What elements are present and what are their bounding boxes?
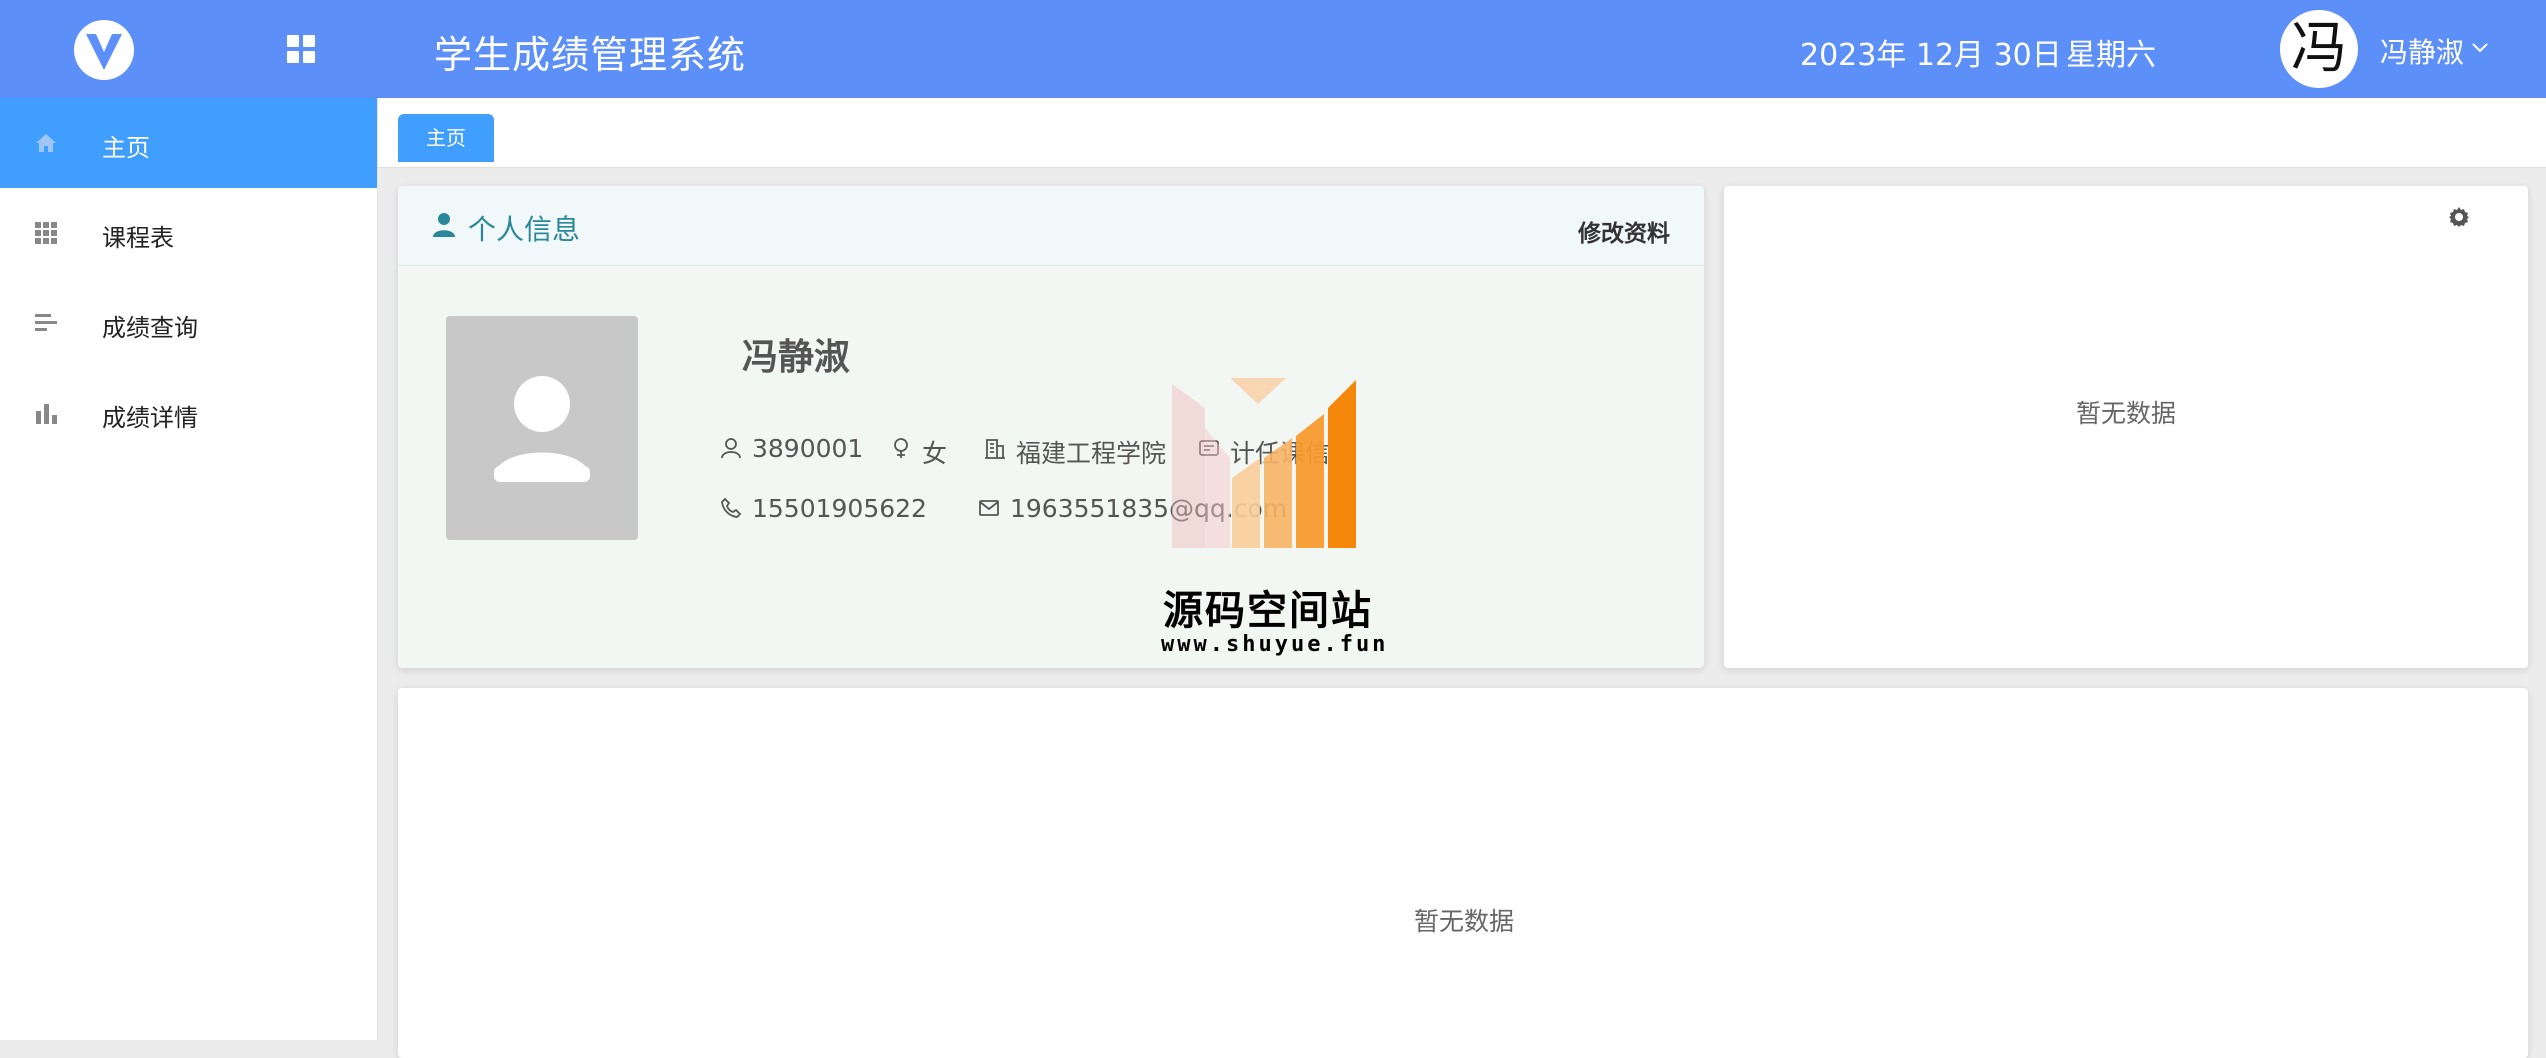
sidebar-item-label: 成绩详情: [102, 404, 198, 432]
list-icon: [35, 314, 57, 331]
sidebar-item-score-query[interactable]: 成绩查询: [0, 278, 377, 368]
app-title: 学生成绩管理系统: [434, 33, 747, 77]
bottom-panel-empty-text: 暂无数据: [1414, 907, 1515, 936]
tab-bar: 主页: [378, 98, 2546, 168]
edit-profile-button[interactable]: 修改资料: [1578, 214, 1670, 248]
user-menu-trigger[interactable]: 冯静淑: [2380, 31, 2464, 71]
sidebar-item-score-detail[interactable]: 成绩详情: [0, 368, 377, 458]
bottom-panel: 暂无数据: [398, 688, 2528, 1058]
sidebar-item-timetable[interactable]: 课程表: [0, 188, 377, 278]
mail-icon: [979, 500, 999, 516]
side-panel: 暂无数据: [1724, 186, 2528, 668]
profile-section-title: 个人信息: [468, 213, 581, 246]
watermark-url: www.shuyue.fun: [1161, 632, 1389, 657]
profile-name: 冯静淑: [742, 337, 851, 378]
female-icon: [894, 438, 908, 458]
gear-icon[interactable]: [2448, 206, 2470, 228]
grid-menu-icon[interactable]: [285, 33, 317, 65]
profile-card-header: 个人信息 修改资料: [398, 186, 1704, 266]
sidebar-item-label: 课程表: [102, 224, 174, 252]
watermark-title: 源码空间站: [1163, 588, 1373, 634]
sidebar-item-label: 主页: [102, 134, 150, 162]
bar-chart-icon: [36, 404, 57, 424]
current-date: 2023年 12月 30日: [1800, 38, 2062, 73]
tab-home[interactable]: 主页: [398, 114, 494, 162]
phone-icon: [721, 497, 742, 518]
profile-photo: [446, 316, 638, 540]
chevron-down-icon[interactable]: [2470, 38, 2490, 58]
side-panel-empty-text: 暂无数据: [2076, 399, 2177, 428]
school-value: 福建工程学院: [1016, 439, 1167, 468]
sidebar: 主页 课程表 成绩查询 成绩详情: [0, 98, 378, 1040]
logo-icon: [74, 20, 134, 80]
grid-icon: [35, 222, 57, 244]
current-weekday: 星期六: [2066, 38, 2156, 73]
sidebar-item-home[interactable]: 主页: [0, 98, 377, 188]
building-icon: [985, 439, 1005, 459]
user-icon: [433, 213, 455, 237]
home-icon: [36, 134, 56, 152]
phone-value: 15501905622: [752, 494, 927, 523]
gender-value: 女: [922, 439, 948, 468]
avatar[interactable]: 冯: [2280, 10, 2358, 88]
student-id-value: 3890001: [752, 434, 864, 463]
person-outline-icon: [721, 438, 741, 459]
default-avatar-icon: [494, 376, 590, 482]
profile-card: 个人信息 修改资料 冯静淑 3890001 女 福建工程学院 计任课信息 155…: [398, 186, 1704, 668]
top-bar: 学生成绩管理系统 2023年 12月 30日 星期六 冯 冯静淑: [0, 0, 2546, 98]
sidebar-item-label: 成绩查询: [102, 314, 198, 342]
